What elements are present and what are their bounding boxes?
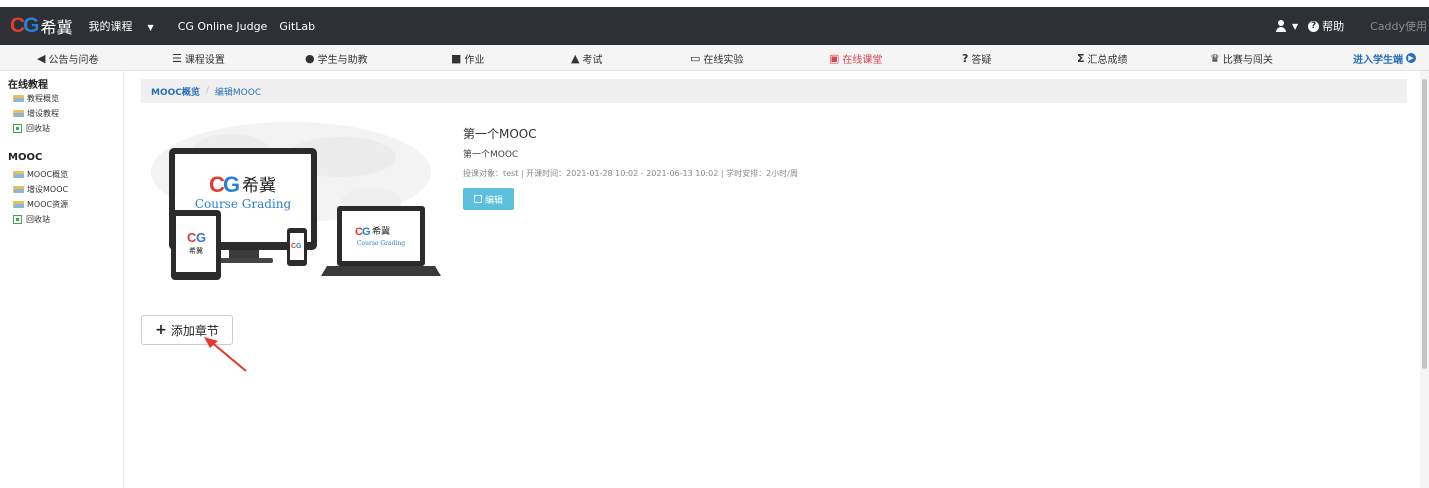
question-icon: ?: [962, 51, 969, 65]
tablet-logo-name: 希冀: [189, 246, 203, 255]
laptop-logo-name: 希冀: [372, 225, 390, 237]
course-cover-image: C G 希冀 Course Grading C G 希冀 C G C G 希冀 …: [151, 122, 441, 280]
folder-icon: [13, 171, 24, 178]
top-nav: 我的课程 ▼ CG Online Judge GitLab: [89, 18, 328, 34]
megaphone-icon: ◀: [37, 51, 46, 65]
laptop-caption: Course Grading: [357, 240, 405, 247]
users-icon: ●: [305, 51, 315, 65]
course-subtitle: 第一个MOOC: [463, 150, 519, 160]
folder-icon: [13, 186, 24, 193]
sidebar-item-label: 教程概览: [27, 94, 59, 103]
svg-text:G: G: [296, 243, 302, 250]
breadcrumb-separator: /: [205, 86, 209, 96]
folder-icon: [13, 110, 24, 117]
top-right-menu: ▼ ? 帮助 Caddy使用: [1274, 7, 1429, 45]
help-icon[interactable]: ?: [1308, 20, 1320, 32]
logo-name: 希冀: [40, 18, 73, 37]
tab-label: 在线实验: [703, 54, 744, 66]
user-icon[interactable]: [1274, 19, 1288, 33]
sidebar-item-tutorial-overview[interactable]: 教程概览: [13, 93, 59, 104]
plus-icon: +: [155, 322, 167, 338]
sidebar-item-mooc-recycle[interactable]: 回收站: [13, 214, 50, 225]
course-meta: 授课对象：test | 开课时间：2021-01-28 10:02 - 2021…: [463, 169, 798, 178]
list-icon: ☰: [172, 51, 182, 65]
sidebar-item-add-mooc[interactable]: 增设MOOC: [13, 184, 68, 195]
tab-label: 考试: [582, 54, 603, 66]
sidebar-item-label: 回收站: [26, 124, 50, 133]
sidebar-item-label: MOOC概览: [27, 170, 69, 179]
tab-label: 作业: [464, 54, 485, 66]
sidebar-group-mooc: MOOC: [8, 152, 43, 163]
recycle-bin-icon: [13, 124, 22, 133]
enter-student-view-link[interactable]: 进入学生端 ▶: [1353, 45, 1416, 71]
monitor-logo-name: 希冀: [242, 176, 276, 196]
sidebar-item-mooc-overview[interactable]: MOOC概览: [13, 169, 68, 180]
tab-label: 比赛与闯关: [1222, 54, 1273, 66]
tab-qa[interactable]: ? 答疑: [962, 45, 991, 71]
tab-students[interactable]: ● 学生与助教: [305, 45, 368, 71]
annotation-arrow: [204, 337, 247, 372]
sidebar-group-tutorial: 在线教程: [8, 80, 48, 91]
trophy-icon: ♛: [1210, 51, 1220, 65]
svg-text:G: G: [362, 226, 371, 238]
tab-online-lab[interactable]: ▭ 在线实验: [690, 45, 743, 71]
folder-icon: [13, 95, 24, 102]
monitor-icon: ▭: [690, 51, 701, 65]
caret-down-icon[interactable]: ▼: [1292, 22, 1298, 31]
sidebar-item-tutorial-recycle[interactable]: 回收站: [13, 123, 50, 134]
sidebar-item-label: 增设教程: [27, 109, 59, 118]
sidebar-item-add-tutorial[interactable]: 增设教程: [13, 108, 59, 119]
tab-grades[interactable]: Σ 汇总成绩: [1077, 45, 1128, 71]
enter-student-label: 进入学生端: [1353, 54, 1403, 66]
site-logo[interactable]: CG 希冀: [10, 14, 73, 38]
nav-gitlab[interactable]: GitLab: [279, 20, 315, 33]
scrollbar-thumb[interactable]: [1422, 79, 1427, 369]
folder-icon: [13, 201, 24, 208]
homework-icon: ■: [451, 51, 462, 65]
tab-exam[interactable]: ▲ 考试: [571, 45, 602, 71]
breadcrumb: MOOC概览 / 编辑MOOC: [141, 79, 1407, 103]
sidebar-item-label: 回收站: [26, 215, 50, 224]
tab-course-settings[interactable]: ☰ 课程设置: [172, 45, 225, 71]
tab-homework[interactable]: ■ 作业: [451, 45, 484, 71]
arrow-right-circle-icon: ▶: [1406, 53, 1416, 63]
tab-announcements[interactable]: ◀ 公告与问卷: [37, 45, 98, 71]
edit-button[interactable]: 编辑: [463, 188, 514, 210]
course-subnav: ◀ 公告与问卷 ☰ 课程设置 ● 学生与助教 ■ 作业 ▲ 考试 ▭ 在线实验 ▣ 在线课堂 …: [0, 45, 1429, 71]
sidebar-item-label: MOOC资源: [27, 200, 69, 209]
tab-label: 学生与助教: [317, 54, 368, 66]
sidebar-item-mooc-resources[interactable]: MOOC资源: [13, 199, 68, 210]
breadcrumb-edit-mooc: 编辑MOOC: [214, 87, 262, 98]
exam-icon: ▲: [571, 51, 580, 65]
tab-online-classroom[interactable]: ▣ 在线课堂: [829, 45, 882, 71]
page-scrollbar[interactable]: [1420, 71, 1429, 488]
tab-label: 答疑: [971, 54, 992, 66]
nav-my-courses-label: 我的课程: [88, 20, 133, 33]
tab-label: 汇总成绩: [1087, 54, 1128, 66]
svg-text:G: G: [196, 230, 206, 245]
top-navbar: CG 希冀 我的课程 ▼ CG Online Judge GitLab ▼ ? 帮…: [0, 7, 1429, 45]
sidebar-item-label: 增设MOOC: [27, 185, 69, 194]
caret-down-icon: ▼: [147, 23, 154, 32]
edit-icon: [473, 195, 482, 203]
help-link[interactable]: 帮助: [1322, 18, 1344, 34]
monitor-caption: Course Grading: [195, 197, 292, 211]
nav-my-courses[interactable]: 我的课程 ▼: [89, 18, 166, 34]
monitor-logo-g: G: [223, 172, 240, 197]
edit-label: 编辑: [484, 195, 503, 206]
sidebar: 在线教程 教程概览 增设教程 回收站 MOOC MOOC概览 增设MOOC MO…: [0, 71, 124, 488]
cg-logo-mark: CG: [10, 14, 40, 37]
user-name[interactable]: Caddy使用: [1370, 18, 1427, 34]
tab-contests[interactable]: ♛ 比赛与闯关: [1210, 45, 1273, 71]
recycle-bin-icon: [13, 215, 22, 224]
tab-label: 课程设置: [184, 54, 225, 66]
classroom-icon: ▣: [829, 51, 840, 65]
breadcrumb-mooc-overview[interactable]: MOOC概览: [151, 85, 200, 98]
tab-label: 公告与问卷: [48, 54, 99, 66]
nav-cg-online-judge[interactable]: CG Online Judge: [178, 20, 268, 33]
course-title: 第一个MOOC: [463, 127, 537, 141]
tab-label: 在线课堂: [842, 54, 883, 66]
sigma-icon: Σ: [1077, 51, 1085, 65]
